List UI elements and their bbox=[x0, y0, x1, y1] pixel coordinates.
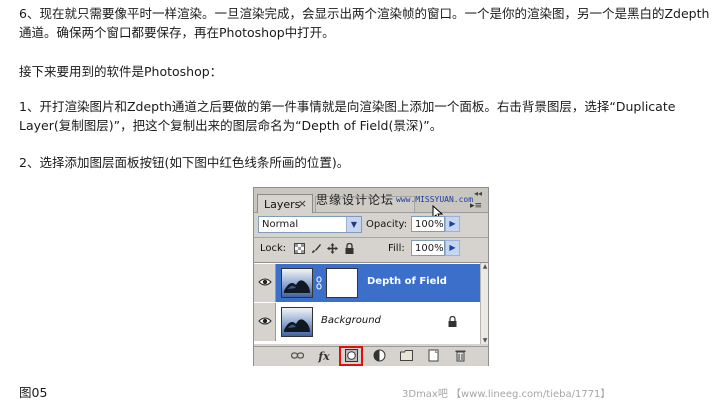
link-icon bbox=[290, 352, 304, 359]
tab-layers[interactable]: Layers × bbox=[257, 194, 313, 213]
layer-name[interactable]: Depth of Field bbox=[367, 276, 447, 287]
lock-transparency-icon[interactable] bbox=[294, 243, 305, 254]
link-layers-button[interactable] bbox=[289, 349, 305, 364]
eye-icon[interactable] bbox=[258, 277, 272, 287]
scroll-down-icon[interactable]: ▼ bbox=[481, 337, 489, 344]
move-icon[interactable] bbox=[327, 243, 338, 254]
highlight-box bbox=[339, 346, 363, 366]
layer-row-depth-of-field[interactable]: Depth of Field bbox=[254, 264, 480, 302]
lock-icon bbox=[448, 316, 457, 327]
adjustment-icon bbox=[373, 349, 385, 362]
eye-icon[interactable] bbox=[258, 316, 272, 326]
render-thumbnail-icon bbox=[284, 280, 310, 293]
trash-icon bbox=[455, 350, 465, 362]
blend-mode-value: Normal bbox=[262, 219, 299, 230]
chain-link-icon[interactable] bbox=[316, 276, 322, 290]
fill-input[interactable]: 100% bbox=[411, 240, 445, 256]
opacity-input[interactable]: 100% bbox=[411, 216, 445, 232]
folder-icon bbox=[399, 350, 413, 361]
new-layer-button[interactable] bbox=[425, 349, 441, 364]
figure-caption: 图05 bbox=[19, 385, 48, 400]
visibility-toggle[interactable] bbox=[254, 264, 276, 302]
fill-label: Fill: bbox=[388, 243, 405, 254]
watermark-overlay: 思缘设计论坛 bbox=[316, 193, 395, 207]
new-layer-icon bbox=[428, 349, 438, 362]
fx-icon: fx bbox=[318, 350, 330, 363]
fill-slider-button[interactable]: ▶ bbox=[445, 240, 460, 256]
lock-row: Lock: Fill: 100% ▶ bbox=[254, 238, 488, 260]
layer-thumbnail bbox=[281, 268, 313, 298]
paragraph-step-1: 1、开打渲染图片和Zdepth通道之后要做的第一件事情就是向渲染图上添加一个面板… bbox=[19, 99, 676, 133]
lock-icon[interactable] bbox=[344, 243, 355, 254]
panel-tab-bar: Layers × ◂◂ ▸≡ 思缘设计论坛 www.MISSYUAN.com bbox=[254, 188, 488, 221]
opacity-label: Opacity: bbox=[366, 219, 408, 230]
layer-mask-thumbnail[interactable] bbox=[326, 268, 358, 298]
layer-thumbnail bbox=[281, 307, 313, 337]
visibility-toggle[interactable] bbox=[254, 303, 276, 341]
layers-panel-screenshot: Layers × ◂◂ ▸≡ 思缘设计论坛 www.MISSYUAN.com N… bbox=[253, 187, 489, 366]
lock-label: Lock: bbox=[260, 243, 287, 254]
paragraph-step-2: 2、选择添加图层面板按钮(如下图中红色线条所画的位置)。 bbox=[19, 155, 350, 170]
panel-footer-toolbar: fx bbox=[254, 346, 488, 366]
adjustment-layer-button[interactable] bbox=[371, 349, 387, 364]
layer-row-background[interactable]: Background bbox=[254, 303, 480, 341]
watermark-url: www.MISSYUAN.com bbox=[396, 195, 474, 204]
layer-style-button[interactable]: fx bbox=[316, 349, 332, 364]
layer-name[interactable]: Background bbox=[321, 315, 381, 326]
blend-row: Normal ▼ Opacity: 100% ▶ bbox=[254, 215, 488, 237]
paragraph-step-6: 6、现在就只需要像平时一样渲染。一旦渲染完成，会显示出两个渲染帧的窗口。一个是你… bbox=[19, 6, 710, 40]
collapse-icon[interactable]: ◂◂ bbox=[474, 189, 482, 198]
opacity-slider-button[interactable]: ▶ bbox=[445, 216, 460, 232]
brush-icon[interactable] bbox=[311, 243, 322, 254]
close-icon[interactable]: × bbox=[298, 197, 307, 210]
new-group-button[interactable] bbox=[398, 349, 414, 364]
render-thumbnail-icon bbox=[284, 319, 310, 332]
tab-layers-label: Layers bbox=[264, 198, 301, 211]
layers-list: Depth of Field Background ▲ ▼ bbox=[254, 262, 488, 344]
footer-watermark: 3Dmax吧 【www.lineeg.com/tieba/1771】 bbox=[402, 389, 611, 400]
scrollbar[interactable]: ▲ ▼ bbox=[480, 263, 488, 344]
paragraph-software-intro: 接下来要用到的软件是Photoshop： bbox=[19, 64, 223, 79]
delete-layer-button[interactable] bbox=[452, 349, 468, 364]
scroll-up-icon[interactable]: ▲ bbox=[481, 263, 489, 270]
chevron-down-icon[interactable]: ▼ bbox=[346, 217, 361, 232]
blend-mode-select[interactable]: Normal ▼ bbox=[258, 216, 362, 233]
